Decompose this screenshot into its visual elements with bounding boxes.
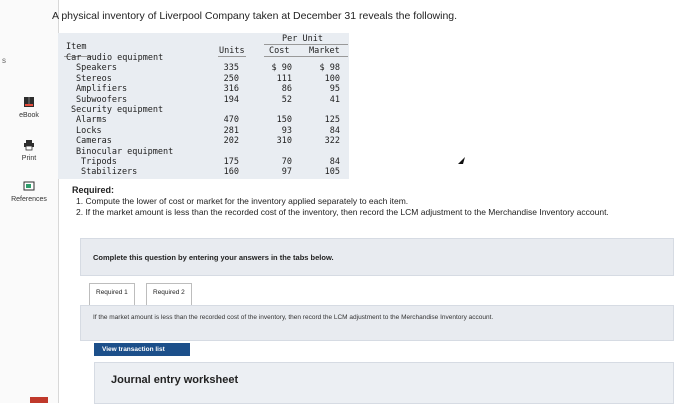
units-cell: 194	[223, 94, 239, 105]
units-cell: 250	[223, 73, 239, 84]
brand-strip	[30, 397, 48, 403]
table-row: Stereos 250 111 100	[58, 74, 349, 84]
units-cell: 470	[223, 115, 239, 126]
units-cell: 335	[223, 63, 239, 74]
market-cell: 100	[324, 73, 340, 84]
sidebar: s eBook Print References	[0, 0, 59, 403]
units-cell: 202	[223, 136, 239, 147]
units-cell: 175	[223, 157, 239, 167]
market-cell: 125	[324, 115, 340, 126]
item-label: Subwoofers	[76, 94, 128, 105]
table-row: Alarms 470 150 125	[58, 115, 349, 125]
header-rule	[264, 44, 348, 45]
item-label: Tripods	[81, 157, 117, 167]
item-label: Speakers	[76, 63, 117, 74]
market-cell: $ 98	[319, 63, 340, 74]
cost-cell: 97	[281, 167, 292, 178]
item-label: Alarms	[76, 115, 107, 126]
table-row: Car audio equipment	[58, 53, 349, 63]
edge-text: s	[2, 56, 6, 65]
journal-entry-worksheet[interactable]: Journal entry worksheet	[94, 362, 674, 404]
problem-intro: A physical inventory of Liverpool Compan…	[52, 10, 458, 22]
table-row: Stabilizers 160 97 105	[58, 167, 349, 177]
cost-cell: 86	[281, 84, 292, 95]
sidebar-item-ebook[interactable]: eBook	[0, 96, 58, 119]
header-per-unit: Per Unit	[282, 34, 323, 44]
journal-title: Journal entry worksheet	[111, 374, 239, 386]
table-row: Amplifiers 316 86 95	[58, 84, 349, 94]
item-label: Locks	[76, 125, 102, 136]
view-transaction-list-button[interactable]: View transaction list	[94, 343, 190, 356]
item-label: Stereos	[76, 73, 112, 84]
units-cell: 281	[223, 125, 239, 136]
item-label: Stabilizers	[81, 167, 138, 178]
sidebar-item-label: eBook	[19, 112, 39, 119]
item-label: Binocular equipment	[76, 146, 174, 157]
item-label: Cameras	[76, 136, 112, 147]
cost-cell: 70	[281, 157, 292, 167]
cost-cell: 52	[281, 94, 292, 105]
printer-icon	[0, 139, 58, 153]
table-row: Tripods 175 70 84	[58, 157, 349, 167]
item-label: Car audio equipment	[66, 53, 164, 63]
market-cell: 105	[324, 167, 340, 178]
question-text: If the market amount is less than the re…	[93, 314, 494, 321]
header-item: Item	[66, 42, 87, 52]
instructions-text: Complete this question by entering your …	[93, 253, 334, 262]
question-panel: If the market amount is less than the re…	[80, 305, 674, 341]
cost-cell: 150	[276, 115, 292, 126]
table-row: Subwoofers 194 52 41	[58, 95, 349, 105]
market-cell: 84	[329, 157, 340, 167]
required-heading: Required:	[72, 185, 115, 195]
sidebar-item-label: Print	[21, 155, 37, 162]
market-cell: 322	[324, 136, 340, 147]
cost-cell: $ 90	[271, 63, 292, 74]
table-row: Security equipment	[58, 105, 349, 115]
units-cell: 316	[223, 84, 239, 95]
inventory-table: Item Units Per Unit Cost Market Car audi…	[58, 33, 349, 179]
required-item-2: 2. If the market amount is less than the…	[76, 207, 609, 217]
item-label: Amplifiers	[76, 84, 128, 95]
required-item-1: 1. Compute the lower of cost or market f…	[76, 196, 409, 206]
mouse-cursor-icon	[458, 152, 466, 170]
cost-cell: 111	[276, 73, 292, 84]
item-label: Security equipment	[71, 105, 164, 115]
units-cell: 160	[223, 167, 239, 178]
cost-cell: 93	[281, 125, 292, 136]
table-row: Locks 281 93 84	[58, 126, 349, 136]
table-row: Speakers 335 $ 90 $ 98	[58, 63, 349, 73]
sidebar-item-label: References	[11, 196, 47, 203]
market-cell: 84	[329, 125, 340, 136]
tab-required-2[interactable]: Required 2	[146, 283, 192, 307]
sidebar-item-print[interactable]: Print	[0, 139, 58, 162]
book-icon	[0, 96, 58, 110]
sidebar-item-references[interactable]: References	[0, 180, 58, 203]
table-row: Cameras 202 310 322	[58, 136, 349, 146]
references-icon	[0, 180, 58, 194]
tab-required-1[interactable]: Required 1	[89, 283, 135, 307]
cost-cell: 310	[276, 136, 292, 147]
market-cell: 95	[329, 84, 340, 95]
instructions-box: Complete this question by entering your …	[80, 238, 674, 276]
table-row: Binocular equipment	[58, 147, 349, 157]
market-cell: 41	[329, 94, 340, 105]
